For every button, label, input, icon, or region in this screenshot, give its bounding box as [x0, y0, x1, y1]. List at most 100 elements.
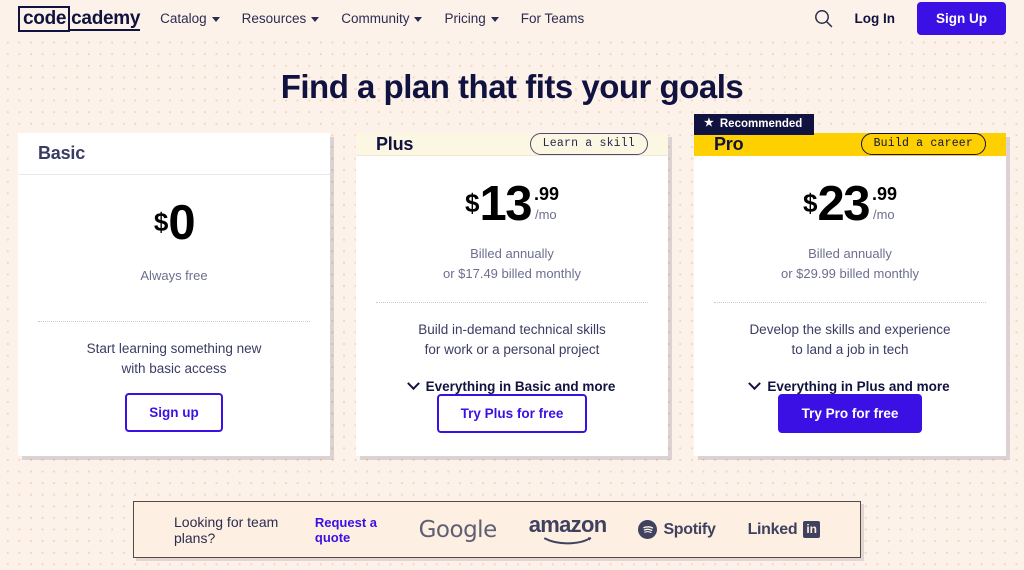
try-plus-button[interactable]: Try Plus for free: [436, 393, 588, 433]
linkedin-logo-text: Linked: [747, 520, 798, 538]
request-quote-link[interactable]: Request a quote: [315, 515, 393, 545]
site-header: code cademy Catalog Resources Community P…: [0, 0, 1024, 37]
everything-included-toggle-pro[interactable]: Everything in Plus and more: [714, 376, 986, 394]
price-amount: 13: [479, 177, 532, 231]
billed-monthly-text: or $17.49 billed monthly: [442, 266, 582, 282]
plan-body-basic: $ 0 Always free Start learning something…: [18, 175, 330, 456]
plan-card-plus-wrap: Plus Learn a skill $ 13 .99 /mo Billed a…: [356, 133, 668, 456]
plan-price-basic: $ 0 Always free: [38, 175, 310, 321]
price-row: $ 23 .99 /mo: [802, 177, 897, 231]
plan-header-plus: Plus Learn a skill: [356, 133, 668, 156]
price-amount: 0: [168, 196, 195, 250]
chevron-down-icon: [311, 17, 320, 22]
plan-card-basic-wrap: Basic $ 0 Always free Start learning som…: [18, 133, 330, 456]
plan-header-basic: Basic: [18, 133, 330, 175]
plan-cta-area-plus: Try Plus for free: [376, 393, 648, 457]
team-plans-bar: Looking for team plans? Request a quote …: [133, 501, 861, 558]
chevron-down-icon: [490, 17, 499, 22]
amazon-logo: amazon: [529, 514, 607, 545]
plan-card-pro-wrap: ★ Recommended Pro Build a career $ 23 .9…: [694, 114, 1006, 456]
plan-name: Pro: [714, 133, 744, 154]
nav-label: Community: [341, 11, 410, 26]
codecademy-logo[interactable]: code cademy: [18, 5, 141, 32]
price-subtext: Billed annually or $17.49 billed monthly: [376, 244, 648, 284]
spotify-mark-icon: [638, 520, 658, 539]
price-cents: .99: [533, 184, 559, 204]
page-title: Find a plan that fits your goals: [280, 68, 744, 105]
plan-card-plus: Plus Learn a skill $ 13 .99 /mo Billed a…: [356, 133, 668, 456]
plan-name: Plus: [376, 133, 414, 154]
chevron-down-icon: [748, 376, 762, 390]
pricing-plans: Basic $ 0 Always free Start learning som…: [0, 114, 1024, 456]
billed-monthly-text: or $29.99 billed monthly: [780, 266, 920, 282]
nav-item-pricing[interactable]: Pricing: [444, 11, 499, 26]
plan-description-basic: Start learning something new with basic …: [38, 339, 310, 380]
billed-annually-text: Billed annually: [470, 246, 554, 262]
recommended-label: Recommended: [719, 118, 803, 130]
card-divider: [376, 302, 648, 303]
plan-tag-badge: Build a career: [860, 133, 986, 155]
price-cents: .99: [871, 184, 897, 204]
spotify-logo-text: Spotify: [663, 520, 716, 538]
plan-body-pro: $ 23 .99 /mo Billed annually or $29.99 b…: [694, 156, 1006, 457]
desc-line-2: to land a job in tech: [791, 342, 909, 358]
everything-label: Everything in Basic and more: [425, 378, 616, 394]
nav-label: Resources: [241, 11, 307, 26]
plan-body-plus: $ 13 .99 /mo Billed annually or $17.49 b…: [356, 156, 668, 457]
signup-button[interactable]: Sign Up: [917, 2, 1006, 35]
card-divider: [714, 302, 986, 303]
plan-description-pro: Develop the skills and experience to lan…: [714, 320, 986, 361]
nav-label: For Teams: [520, 11, 585, 26]
plan-cta-area-basic: Sign up: [38, 393, 310, 456]
plan-header-pro: Pro Build a career: [694, 133, 1006, 156]
amazon-swoosh-icon: [543, 537, 592, 545]
plan-price-plus: $ 13 .99 /mo Billed annually or $17.49 b…: [376, 156, 648, 302]
nav-item-for-teams[interactable]: For Teams: [521, 11, 585, 26]
chevron-down-icon: [406, 376, 420, 390]
everything-included-toggle-plus[interactable]: Everything in Basic and more: [376, 376, 648, 394]
logo-rest-text: cademy: [69, 7, 141, 31]
chevron-down-icon: [211, 17, 220, 22]
plan-card-pro: Pro Build a career $ 23 .99 /mo Billed a…: [694, 133, 1006, 456]
price-row: $ 13 .99 /mo: [464, 177, 559, 231]
team-plans-question: Looking for team plans?: [174, 513, 279, 546]
plan-tag-badge: Learn a skill: [529, 133, 648, 155]
star-icon: ★: [704, 117, 714, 129]
nav-item-catalog[interactable]: Catalog: [160, 11, 220, 26]
price-cents-group: .99 /mo: [534, 185, 559, 221]
price-cents-group: .99 /mo: [872, 185, 897, 221]
desc-line-1: Develop the skills and experience: [749, 322, 951, 337]
google-logo: Google: [418, 516, 498, 543]
plan-cta-area-pro: Try Pro for free: [714, 393, 986, 457]
everything-label: Everything in Plus and more: [767, 378, 950, 394]
plan-card-basic: Basic $ 0 Always free Start learning som…: [18, 133, 330, 456]
price-subtext: Billed annually or $29.99 billed monthly: [714, 244, 986, 284]
nav-item-community[interactable]: Community: [341, 11, 423, 26]
card-divider: [38, 321, 310, 322]
main-nav: Catalog Resources Community Pricing For …: [160, 11, 584, 26]
try-pro-button[interactable]: Try Pro for free: [777, 393, 923, 433]
desc-line-1: Build in-demand technical skills: [418, 322, 606, 337]
login-link[interactable]: Log In: [855, 11, 896, 26]
plan-description-plus: Build in-demand technical skills for wor…: [376, 320, 648, 361]
nav-label: Pricing: [444, 11, 486, 26]
nav-item-resources[interactable]: Resources: [242, 11, 320, 26]
search-icon[interactable]: [814, 9, 833, 28]
amazon-logo-text: amazon: [528, 512, 607, 537]
nav-label: Catalog: [160, 11, 207, 26]
currency-symbol: $: [802, 188, 818, 218]
price-amount: 23: [817, 177, 870, 231]
currency-symbol: $: [153, 207, 169, 237]
signup-plan-button[interactable]: Sign up: [125, 393, 223, 432]
currency-symbol: $: [464, 188, 480, 218]
desc-line-1: Start learning something new: [86, 341, 262, 356]
price-row: $ 0: [153, 196, 196, 250]
price-period: /mo: [872, 207, 895, 222]
customer-logos: Google amazon Spotify Linked in: [419, 514, 820, 545]
recommended-badge: ★ Recommended: [694, 114, 815, 135]
linkedin-in-mark: in: [803, 521, 820, 538]
logo-boxed-text: code: [18, 5, 71, 32]
billed-annually-text: Billed annually: [808, 246, 892, 262]
chevron-down-icon: [414, 17, 423, 22]
header-actions: Log In Sign Up: [814, 2, 1006, 35]
